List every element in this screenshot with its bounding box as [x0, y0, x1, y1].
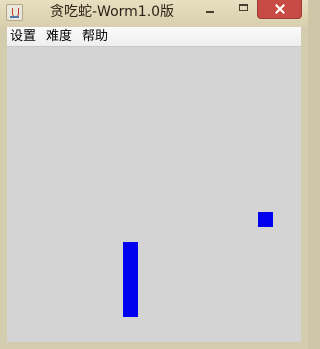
- java-coffee-cup-icon[interactable]: [6, 4, 23, 21]
- menu-difficulty[interactable]: 难度: [43, 28, 75, 46]
- menu-help[interactable]: 帮助: [79, 28, 111, 46]
- title-bar[interactable]: 贪吃蛇-Worm1.0版: [0, 0, 308, 27]
- maximize-icon[interactable]: [231, 0, 257, 19]
- snake-body: [123, 242, 138, 317]
- window-frame-bottom: [0, 342, 308, 349]
- window-title: 贪吃蛇-Worm1.0版: [50, 4, 175, 20]
- app-window: 贪吃蛇-Worm1.0版 设置 难度 帮助: [0, 0, 308, 349]
- game-canvas[interactable]: [7, 47, 301, 342]
- minimize-icon[interactable]: [197, 0, 223, 19]
- close-icon[interactable]: [257, 0, 302, 19]
- menu-settings[interactable]: 设置: [7, 28, 39, 46]
- menu-bar: 设置 难度 帮助: [7, 27, 301, 47]
- food-block: [258, 212, 273, 227]
